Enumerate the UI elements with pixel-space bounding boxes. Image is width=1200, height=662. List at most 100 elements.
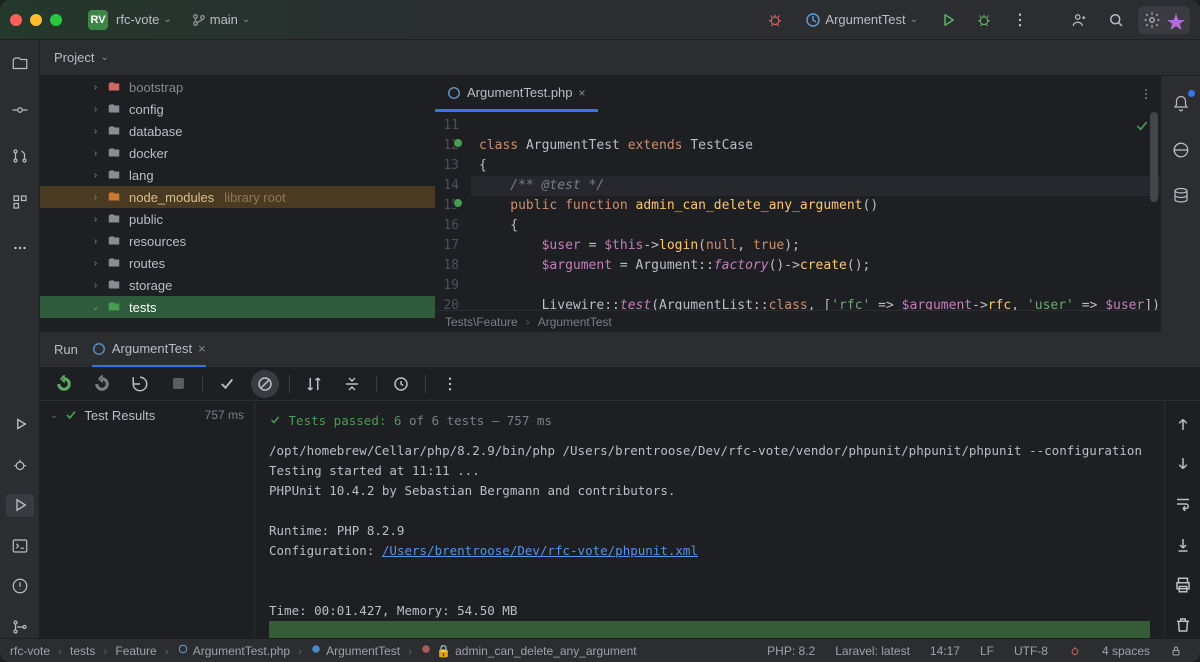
chevron-right-icon[interactable]: › bbox=[88, 126, 103, 137]
run-tab-argumenttest[interactable]: ArgumentTest × bbox=[92, 333, 206, 367]
chevron-right-icon[interactable]: › bbox=[88, 192, 103, 203]
tree-item[interactable]: ›database bbox=[40, 120, 435, 142]
tree-item[interactable]: ›node_moduleslibrary root bbox=[40, 186, 435, 208]
debug-button[interactable] bbox=[970, 6, 998, 34]
status-line-sep[interactable]: LF bbox=[980, 644, 994, 658]
database-tool-icon[interactable] bbox=[1167, 182, 1195, 210]
ai-chat-icon[interactable] bbox=[1167, 136, 1195, 164]
gutter-run-icon[interactable] bbox=[453, 138, 463, 148]
tree-item[interactable]: ›bootstrap bbox=[40, 76, 435, 98]
pull-requests-icon[interactable] bbox=[6, 142, 34, 170]
clear-console-icon[interactable] bbox=[1169, 612, 1197, 638]
problems-tool-icon[interactable] bbox=[6, 575, 34, 598]
structure-tool-icon[interactable] bbox=[6, 188, 34, 216]
tree-item[interactable]: ›routes bbox=[40, 252, 435, 274]
tree-item[interactable]: ›config bbox=[40, 98, 435, 120]
breadcrumb-item[interactable]: ArgumentTest bbox=[538, 315, 612, 329]
scroll-down-icon[interactable] bbox=[1169, 451, 1197, 477]
php-file-icon bbox=[177, 643, 189, 658]
editor-breadcrumb[interactable]: Tests\Feature › ArgumentTest bbox=[435, 310, 1160, 332]
chevron-right-icon[interactable]: › bbox=[88, 148, 103, 159]
gear-icon[interactable] bbox=[1142, 10, 1162, 30]
show-ignored-button[interactable] bbox=[251, 370, 279, 398]
breadcrumb[interactable]: rfc-vote› tests› Feature› ArgumentTest.p… bbox=[10, 643, 637, 658]
inspection-ok-icon[interactable] bbox=[1134, 118, 1150, 134]
chevron-right-icon[interactable]: › bbox=[88, 170, 103, 181]
sort-button[interactable] bbox=[300, 370, 328, 398]
print-icon[interactable] bbox=[1169, 572, 1197, 598]
test-console[interactable]: Tests passed: 6 of 6 tests – 757 ms /opt… bbox=[255, 401, 1164, 638]
chevron-right-icon[interactable]: › bbox=[88, 214, 103, 225]
chevron-right-icon[interactable]: › bbox=[88, 258, 103, 269]
code-editor[interactable]: 1112131415161718192021 class ArgumentTes… bbox=[435, 112, 1160, 310]
tree-item[interactable]: ›public bbox=[40, 208, 435, 230]
tree-item[interactable]: ›docker bbox=[40, 142, 435, 164]
test-history-button[interactable] bbox=[387, 370, 415, 398]
status-indent[interactable]: 4 spaces bbox=[1102, 644, 1150, 658]
rerun-button[interactable] bbox=[50, 370, 78, 398]
status-laravel[interactable]: Laravel: latest bbox=[835, 644, 910, 658]
close-icon[interactable] bbox=[10, 14, 22, 26]
test-tree[interactable]: ⌄ Test Results 757 ms bbox=[40, 401, 255, 638]
ai-bug-icon[interactable] bbox=[761, 6, 789, 34]
status-php[interactable]: PHP: 8.2 bbox=[767, 644, 815, 658]
folder-icon bbox=[107, 146, 121, 160]
tree-item[interactable]: ›lang bbox=[40, 164, 435, 186]
more-actions-button[interactable] bbox=[1006, 6, 1034, 34]
run-title: Run bbox=[54, 342, 78, 357]
project-selector[interactable]: RV rfc-vote ⌄ bbox=[82, 8, 178, 32]
expand-all-button[interactable] bbox=[338, 370, 366, 398]
more-tools-icon[interactable] bbox=[6, 234, 34, 262]
maximize-icon[interactable] bbox=[50, 14, 62, 26]
tab-argumenttest[interactable]: ArgumentTest.php × bbox=[435, 76, 598, 112]
run-button[interactable] bbox=[934, 6, 962, 34]
run-config-selector[interactable]: ArgumentTest ⌄ bbox=[797, 12, 926, 28]
chevron-right-icon[interactable]: › bbox=[88, 104, 103, 115]
tab-close-icon[interactable]: × bbox=[579, 86, 586, 100]
chevron-down-icon[interactable]: ⌄ bbox=[88, 302, 103, 313]
tree-item[interactable]: ›resources bbox=[40, 230, 435, 252]
stop-button[interactable] bbox=[164, 370, 192, 398]
minimize-icon[interactable] bbox=[30, 14, 42, 26]
config-link[interactable]: /Users/brentroose/Dev/rfc-vote/phpunit.x… bbox=[382, 543, 698, 558]
show-passed-button[interactable] bbox=[213, 370, 241, 398]
project-tool-icon[interactable] bbox=[6, 50, 34, 78]
test-results-root[interactable]: ⌄ Test Results 757 ms bbox=[40, 401, 254, 429]
project-tree[interactable]: ›bootstrap›config›database›docker›lang›n… bbox=[40, 76, 435, 332]
status-caret-pos[interactable]: 14:17 bbox=[930, 644, 960, 658]
scroll-up-icon[interactable] bbox=[1169, 411, 1197, 437]
more-run-options-button[interactable] bbox=[436, 370, 464, 398]
gutter-run-icon[interactable] bbox=[453, 198, 463, 208]
search-everywhere-button[interactable] bbox=[1102, 6, 1130, 34]
ai-bug-status-icon[interactable] bbox=[1068, 644, 1082, 658]
code-with-me-icon[interactable] bbox=[1066, 6, 1094, 34]
chevron-right-icon[interactable]: › bbox=[88, 280, 103, 291]
ai-assist-icon[interactable] bbox=[1166, 10, 1186, 30]
branch-selector[interactable]: main ⌄ bbox=[186, 10, 257, 29]
rerun-failed-button[interactable] bbox=[88, 370, 116, 398]
soft-wrap-icon[interactable] bbox=[1169, 491, 1197, 517]
settings-ai-group[interactable] bbox=[1138, 6, 1190, 34]
toggle-auto-test-button[interactable] bbox=[126, 370, 154, 398]
run-tool-icon[interactable] bbox=[6, 494, 34, 517]
readonly-lock-icon[interactable] bbox=[1170, 645, 1182, 657]
editor-scrollbar[interactable] bbox=[1150, 112, 1158, 202]
project-panel-header: Project ⌄ bbox=[40, 40, 1200, 76]
terminal-tool-icon[interactable] bbox=[6, 535, 34, 558]
vcs-tool-icon[interactable] bbox=[6, 616, 34, 639]
scroll-to-end-icon[interactable] bbox=[1169, 532, 1197, 558]
notifications-icon[interactable] bbox=[1167, 90, 1195, 118]
status-encoding[interactable]: UTF-8 bbox=[1014, 644, 1048, 658]
chevron-down-icon[interactable]: ⌄ bbox=[100, 52, 108, 63]
tree-item[interactable]: ⌄tests bbox=[40, 296, 435, 318]
chevron-right-icon[interactable]: › bbox=[88, 82, 103, 93]
breadcrumb-item[interactable]: Tests\Feature bbox=[445, 315, 518, 329]
commit-tool-icon[interactable] bbox=[6, 96, 34, 124]
chevron-right-icon[interactable]: › bbox=[88, 236, 103, 247]
folder-icon bbox=[107, 234, 121, 248]
tree-item[interactable]: ›storage bbox=[40, 274, 435, 296]
services-icon[interactable] bbox=[6, 413, 34, 436]
debug-tool-icon[interactable] bbox=[6, 454, 34, 477]
tab-options-icon[interactable] bbox=[1132, 76, 1160, 112]
tab-close-icon[interactable]: × bbox=[198, 341, 206, 356]
